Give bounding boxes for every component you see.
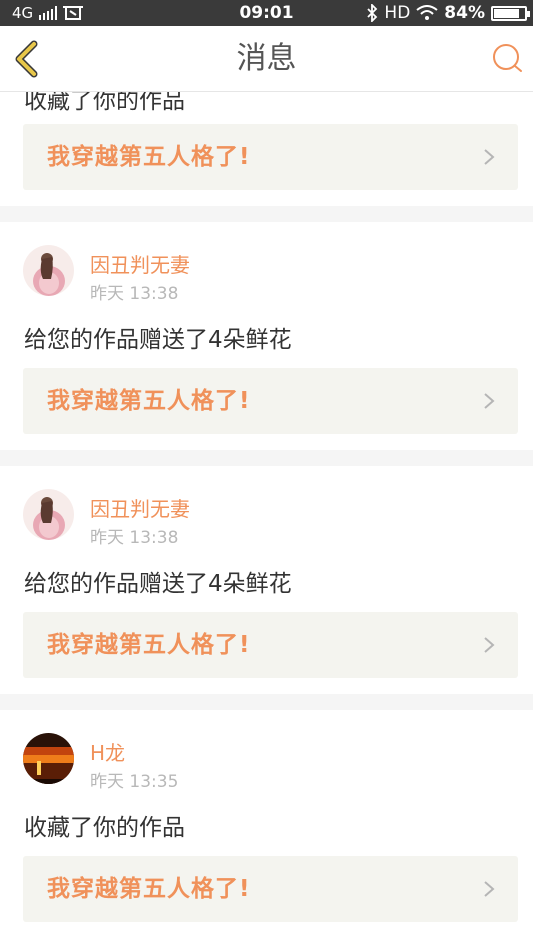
page-title: 消息 [236, 41, 297, 76]
avatar-image [23, 733, 74, 784]
work-link[interactable]: 我穿越第五人格了! [23, 612, 518, 678]
status-right: HD 84% [366, 0, 530, 26]
bluetooth-icon [367, 4, 378, 22]
notification-message: 收藏了你的作品 [24, 92, 185, 114]
avatar[interactable] [23, 489, 74, 540]
notification-message: 收藏了你的作品 [24, 815, 185, 841]
timestamp: 昨天 13:35 [90, 772, 179, 792]
status-bar: 4G 09:01 HD 84% [0, 0, 533, 26]
user-name[interactable]: 因丑判无妻 [90, 249, 190, 278]
notification-message: 给您的作品赠送了4朵鲜花 [24, 571, 292, 597]
timestamp: 昨天 13:38 [90, 284, 179, 304]
chevron-right-icon [484, 637, 495, 653]
battery-icon [491, 5, 530, 21]
chevron-right-icon [484, 393, 495, 409]
search-icon [493, 44, 522, 72]
timestamp: 昨天 13:38 [90, 528, 179, 548]
notification-card: 因丑判无妻 昨天 13:38 给您的作品赠送了4朵鲜花 我穿越第五人格了! [0, 466, 533, 694]
hd-label: HD [384, 3, 411, 23]
work-title: 我穿越第五人格了! [47, 876, 251, 902]
work-link[interactable]: 我穿越第五人格了! [23, 124, 518, 190]
avatar[interactable] [23, 245, 74, 296]
message-list[interactable]: 收藏了你的作品 我穿越第五人格了! 因丑判无妻 昨天 13:38 给您的作品赠送… [0, 92, 533, 936]
work-link[interactable]: 我穿越第五人格了! [23, 368, 518, 434]
work-link[interactable]: 我穿越第五人格了! [23, 856, 518, 922]
avatar-image [23, 489, 74, 540]
chevron-right-icon [484, 149, 495, 165]
work-title: 我穿越第五人格了! [47, 144, 251, 170]
battery-percent: 84% [444, 3, 485, 23]
notification-card: 因丑判无妻 昨天 13:38 给您的作品赠送了4朵鲜花 我穿越第五人格了! [0, 222, 533, 450]
wifi-icon [416, 5, 438, 20]
avatar-image [23, 245, 74, 296]
work-title: 我穿越第五人格了! [47, 632, 251, 658]
work-title: 我穿越第五人格了! [47, 388, 251, 414]
notification-card: 收藏了你的作品 我穿越第五人格了! [0, 92, 533, 206]
notification-message: 给您的作品赠送了4朵鲜花 [24, 327, 292, 353]
notification-card: H龙 昨天 13:35 收藏了你的作品 我穿越第五人格了! [0, 710, 533, 936]
user-name[interactable]: H龙 [90, 737, 125, 766]
search-button[interactable] [491, 42, 525, 76]
user-name[interactable]: 因丑判无妻 [90, 493, 190, 522]
battery-fill [494, 8, 520, 18]
chevron-right-icon [484, 881, 495, 897]
nav-bar: 消息 [0, 26, 533, 92]
avatar[interactable] [23, 733, 74, 784]
